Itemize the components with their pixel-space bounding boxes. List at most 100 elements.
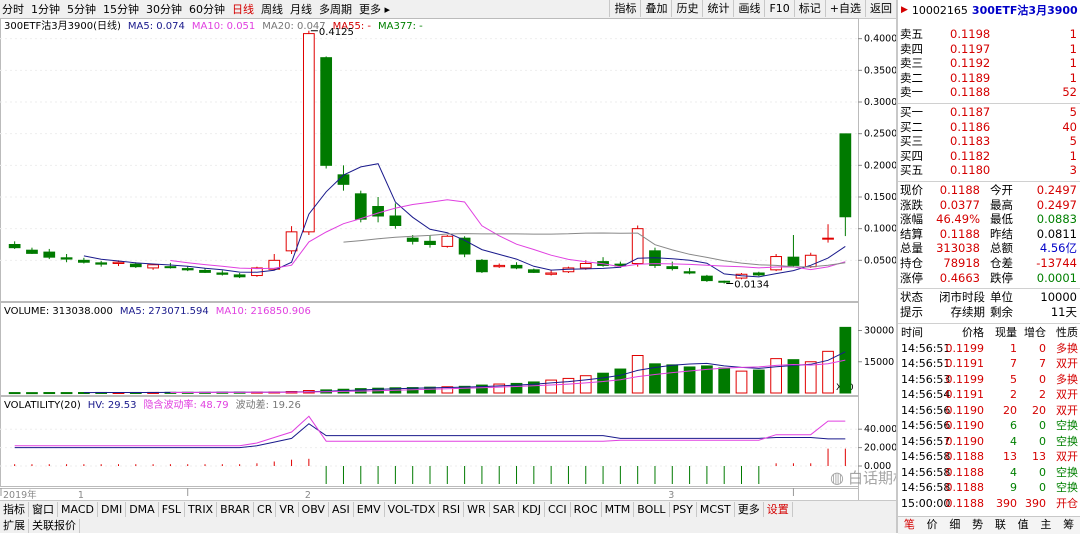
quote-tab[interactable]: 联 xyxy=(989,517,1012,534)
trade-time: 14:56:58 xyxy=(901,465,951,479)
quote-tab[interactable]: 价 xyxy=(921,517,944,534)
indicator-tab[interactable]: SAR xyxy=(490,502,520,517)
trade-time: 14:56:58 xyxy=(901,450,951,464)
period-tab[interactable]: 1分钟 xyxy=(31,1,60,17)
indicator-tab[interactable]: CCI xyxy=(545,502,571,517)
indicator-tab-bar: 指标 窗口 MACD DMI DMA FSL TRIX BRAR CR VR OBV ASI EMV VO… xyxy=(0,500,896,519)
kline-chart[interactable]: 300ETF沽3月3900(日线) MA5: 0.074 MA10: 0.051 MA… xyxy=(0,18,896,500)
volume-bar xyxy=(770,358,782,394)
stat-value: 0.0883 xyxy=(1036,212,1077,227)
trade-position-change: 20 xyxy=(1032,403,1046,417)
quote-tab[interactable]: 筹 xyxy=(1057,517,1080,534)
volume-bar xyxy=(26,392,38,395)
volatility-header-diff: 波动差: 19.26 xyxy=(236,398,301,411)
trades-header-cell: 性质 xyxy=(1056,326,1078,340)
indicator-tab[interactable]: MCST xyxy=(697,502,735,517)
stat-label: 昨结 xyxy=(990,226,1013,241)
indicator-tab[interactable]: DMA xyxy=(126,502,159,517)
trade-position-change: 0 xyxy=(1039,419,1046,433)
indicator-tab[interactable]: MTM xyxy=(602,502,635,517)
stat-value: 78918 xyxy=(943,256,980,270)
trade-time: 14:56:57 xyxy=(901,434,951,448)
volume-header-volume: VOLUME: 313038.000 xyxy=(4,306,113,317)
indicator-tab[interactable]: 窗口 xyxy=(29,502,58,517)
volume-bar xyxy=(60,392,73,395)
volatility-header-name: VOLATILITY(20) xyxy=(4,400,81,411)
indicator-tab[interactable]: TRIX xyxy=(185,502,218,517)
trade-position-change: 7 xyxy=(1039,357,1046,371)
indicator-tab[interactable]: RSI xyxy=(439,502,465,517)
period-tab[interactable]: 月线 xyxy=(290,1,312,17)
tool-button[interactable]: +自选 xyxy=(824,0,865,17)
tool-button[interactable]: 返回 xyxy=(865,0,896,17)
tool-button[interactable]: 指标 xyxy=(609,0,640,17)
trade-type: 开仓 xyxy=(1056,496,1078,510)
hint-label: 提示 xyxy=(900,305,923,320)
tool-button[interactable]: F10 xyxy=(764,0,793,17)
candle-body xyxy=(527,269,540,273)
period-tab[interactable]: 60分钟 xyxy=(189,1,225,17)
price-tick-label: 0.0500 xyxy=(864,255,896,266)
bottom-tab[interactable]: 关联报价 xyxy=(29,518,80,533)
date-label: 2 xyxy=(305,490,311,500)
quote-tab[interactable]: 细 xyxy=(944,517,967,534)
period-tab[interactable]: 更多 ▸ xyxy=(359,1,390,17)
trade-price: 0.1190 xyxy=(945,403,985,417)
quote-tab[interactable]: 主 xyxy=(1035,517,1058,534)
quote-tab[interactable]: 值 xyxy=(1012,517,1035,534)
trade-volume: 5 xyxy=(1010,372,1017,386)
row-volume: 5 xyxy=(1069,105,1077,119)
period-tab[interactable]: 周线 xyxy=(261,1,283,17)
candle-body xyxy=(476,259,488,273)
indicator-tab[interactable]: 指标 xyxy=(0,502,29,517)
price-tick-label: 0.1500 xyxy=(864,192,896,203)
price-tick-label: 0.3500 xyxy=(864,65,896,76)
quote-tab[interactable]: 势 xyxy=(966,517,989,534)
tool-button[interactable]: 叠加 xyxy=(640,0,671,17)
quote-row: 买四 0.1182 1 xyxy=(898,149,1080,164)
indicator-tab[interactable]: VR xyxy=(276,502,299,517)
quote-row: 卖三 0.1192 1 xyxy=(898,56,1080,71)
indicator-tab[interactable]: DMI xyxy=(98,502,127,517)
row-price: 0.1188 xyxy=(950,85,991,100)
indicator-tab[interactable]: WR xyxy=(464,502,490,517)
quote-tab[interactable]: 笔 xyxy=(898,517,921,534)
ma20-line xyxy=(343,232,846,268)
indicator-tab[interactable]: EMV xyxy=(354,502,385,517)
row-price: 0.1183 xyxy=(950,134,991,149)
quote-dropdown-icon[interactable]: ▶ xyxy=(901,5,908,15)
indicator-tab[interactable]: PSY xyxy=(670,502,697,517)
period-tab[interactable]: 多周期 xyxy=(319,1,352,17)
indicator-tab[interactable]: KDJ xyxy=(519,502,545,517)
tool-button[interactable]: 历史 xyxy=(671,0,702,17)
period-tab[interactable]: 30分钟 xyxy=(146,1,182,17)
indicator-tab[interactable]: BRAR xyxy=(217,502,255,517)
trade-time: 14:56:51 xyxy=(901,357,951,371)
period-tab[interactable]: 分时 xyxy=(2,1,24,17)
indicator-tab[interactable]: MACD xyxy=(58,502,98,517)
period-tab[interactable]: 5分钟 xyxy=(67,1,96,17)
tool-button[interactable]: 统计 xyxy=(702,0,733,17)
indicator-tab[interactable]: 设置 xyxy=(764,502,793,517)
trade-price: 0.1190 xyxy=(945,419,985,433)
trade-position-change: 0 xyxy=(1039,341,1046,355)
indicator-tab[interactable]: FSL xyxy=(159,502,185,517)
trade-position-change: 0 xyxy=(1039,434,1046,448)
price-tick-label: 0.2000 xyxy=(864,160,896,171)
indicator-tab[interactable]: 更多 xyxy=(735,502,764,517)
tool-button[interactable]: 画线 xyxy=(733,0,764,17)
indicator-tab[interactable]: ASI xyxy=(329,502,354,517)
indicator-tab[interactable]: BOLL xyxy=(634,502,670,517)
indicator-tab[interactable]: VOL-TDX xyxy=(385,502,440,517)
indicator-tab[interactable]: CR xyxy=(254,502,277,517)
indicator-tab[interactable]: ROC xyxy=(571,502,602,517)
period-tab[interactable]: 15分钟 xyxy=(103,1,139,17)
volume-header-ma5: MA5: 273071.594 xyxy=(120,306,209,317)
tool-button[interactable]: 标记 xyxy=(793,0,825,17)
bottom-tab[interactable]: 扩展 xyxy=(0,518,29,533)
trade-price: 0.1191 xyxy=(945,388,985,402)
volume-bar xyxy=(562,377,575,394)
indicator-tab[interactable]: OBV xyxy=(299,502,329,517)
candle-body xyxy=(389,215,402,226)
period-tab[interactable]: 日线 xyxy=(232,1,254,17)
